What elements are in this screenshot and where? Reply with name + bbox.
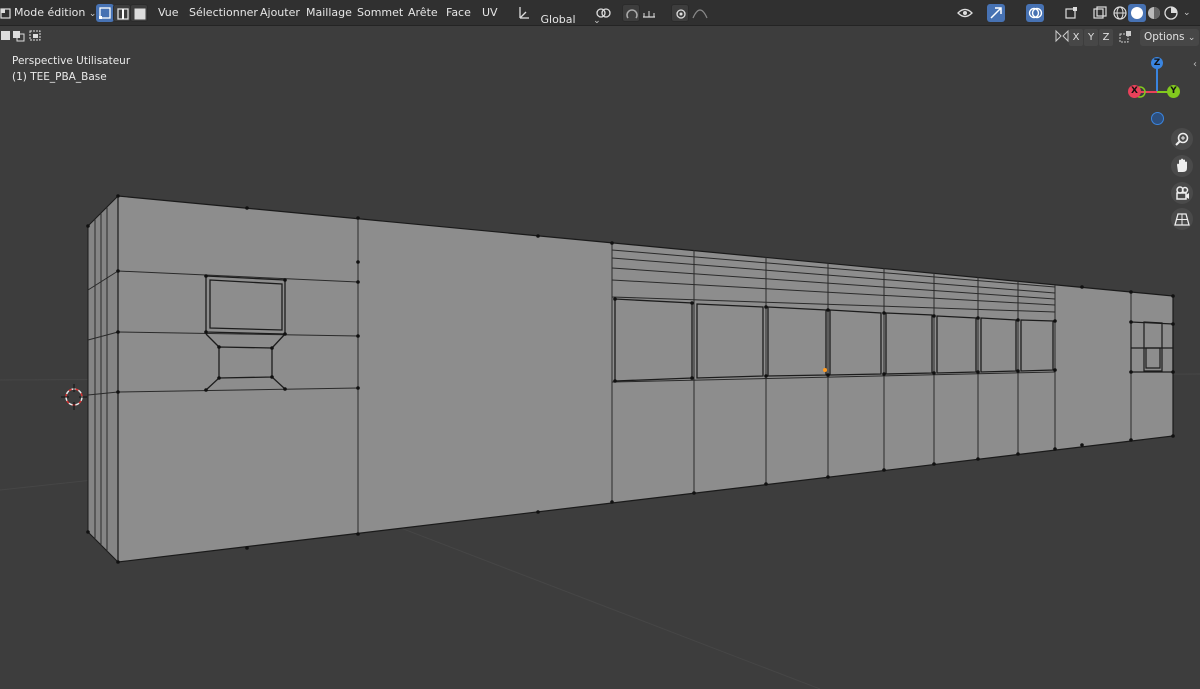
view-name-label: Perspective Utilisateur bbox=[12, 55, 131, 67]
material-shading-icon[interactable] bbox=[1145, 4, 1163, 22]
pan-hand-icon[interactable] bbox=[1171, 155, 1193, 177]
viewport-3d[interactable] bbox=[0, 0, 1200, 689]
gizmo-x-axis[interactable]: X bbox=[1128, 85, 1141, 98]
mesh-side-face bbox=[87, 194, 119, 564]
object-origin bbox=[823, 368, 827, 372]
tool-header bbox=[0, 26, 1200, 46]
menu-maillage[interactable]: Maillage bbox=[301, 3, 357, 23]
mode-label: Mode édition bbox=[14, 6, 86, 19]
mesh-edit-overlay-icon[interactable] bbox=[1062, 4, 1080, 22]
orientation-label: Global bbox=[540, 13, 576, 26]
auto-merge-icon[interactable] bbox=[1117, 28, 1135, 46]
axis-toggle-x[interactable]: X bbox=[1069, 29, 1083, 46]
perspective-ortho-toggle-icon[interactable] bbox=[1171, 208, 1193, 230]
snap-target-icon[interactable] bbox=[640, 4, 658, 22]
falloff-icon[interactable] bbox=[691, 4, 709, 22]
menu-sommet[interactable]: Sommet bbox=[352, 3, 408, 23]
chevron-down-icon: ⌄ bbox=[1187, 33, 1196, 43]
header-bar: Mode édition ⌄ Vue Sélectionner Ajouter … bbox=[0, 0, 1200, 26]
active-object-label: (1) TEE_PBA_Base bbox=[12, 71, 107, 83]
pivot-point-icon[interactable] bbox=[594, 4, 612, 22]
vertex-select-icon[interactable] bbox=[96, 4, 114, 22]
proportional-editing-icon[interactable] bbox=[671, 4, 689, 22]
editor-type-icon[interactable] bbox=[0, 3, 12, 23]
zoom-icon[interactable] bbox=[1171, 128, 1193, 150]
gizmo-toggle-icon[interactable] bbox=[987, 4, 1005, 22]
axis-toggle-z[interactable]: Z bbox=[1099, 29, 1113, 46]
sidebar-toggle-icon[interactable]: ‹ bbox=[1193, 58, 1200, 72]
snap-icon[interactable] bbox=[622, 4, 640, 22]
menu-selectionner[interactable]: Sélectionner bbox=[184, 3, 263, 23]
select-new-icon[interactable] bbox=[0, 28, 12, 42]
shading-options-chevron-icon[interactable]: ⌄ bbox=[1183, 3, 1191, 23]
menu-face[interactable]: Face bbox=[441, 3, 476, 23]
rendered-shading-icon[interactable] bbox=[1162, 4, 1180, 22]
transform-orientation-dropdown[interactable]: Global ⌄ bbox=[517, 3, 601, 26]
edge-select-icon[interactable] bbox=[113, 4, 131, 22]
xray-icon[interactable] bbox=[1091, 4, 1109, 22]
solid-shading-icon[interactable] bbox=[1128, 4, 1146, 22]
select-subtract-icon[interactable] bbox=[28, 28, 44, 42]
menu-uv[interactable]: UV bbox=[477, 3, 503, 23]
3d-cursor-icon[interactable] bbox=[61, 384, 87, 410]
menu-arete[interactable]: Arête bbox=[403, 3, 443, 23]
select-extend-icon[interactable] bbox=[12, 28, 26, 42]
menu-vue[interactable]: Vue bbox=[153, 3, 184, 23]
mode-selector[interactable]: Mode édition ⌄ bbox=[14, 3, 96, 23]
face-select-icon[interactable] bbox=[130, 4, 148, 22]
camera-view-icon[interactable] bbox=[1171, 182, 1193, 204]
overlays-icon[interactable] bbox=[1026, 4, 1044, 22]
mesh-front-face bbox=[117, 195, 1174, 563]
wireframe-shading-icon[interactable] bbox=[1111, 4, 1129, 22]
visibility-icon[interactable] bbox=[956, 4, 974, 22]
menu-ajouter[interactable]: Ajouter bbox=[255, 3, 305, 23]
gizmo-z-axis[interactable]: Z bbox=[1151, 57, 1163, 69]
options-dropdown[interactable]: Options ⌄ bbox=[1140, 29, 1200, 46]
gizmo-neg-z-axis[interactable] bbox=[1151, 112, 1164, 125]
navigation-gizmo[interactable]: Z X Y bbox=[1120, 55, 1195, 130]
gizmo-y-axis[interactable]: Y bbox=[1167, 85, 1180, 98]
options-label: Options bbox=[1144, 31, 1185, 43]
axis-toggle-y[interactable]: Y bbox=[1084, 29, 1098, 46]
